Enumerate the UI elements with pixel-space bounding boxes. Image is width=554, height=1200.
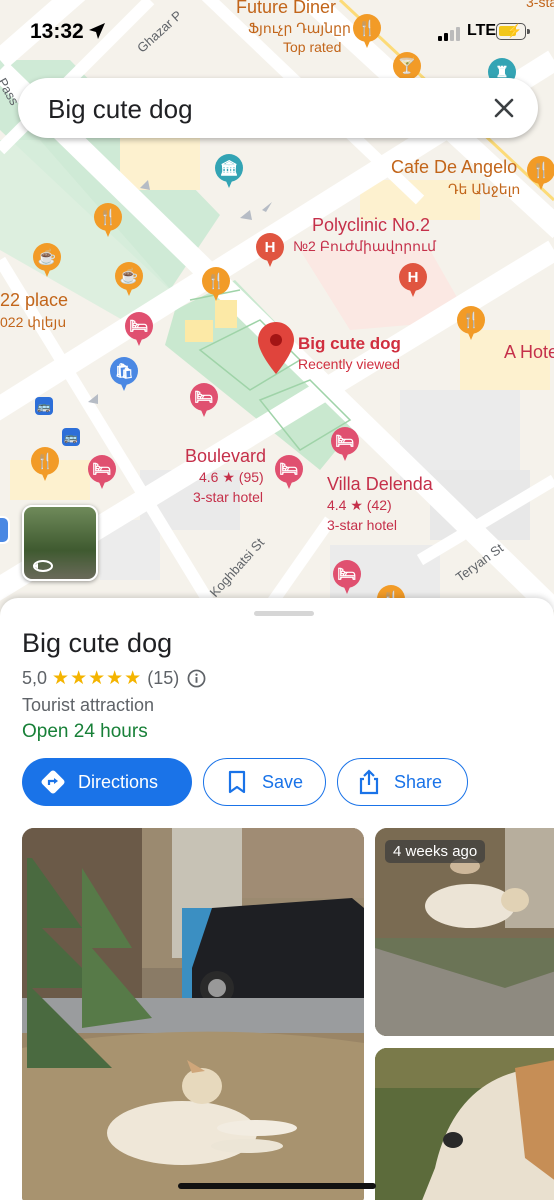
map-label-22-place-sub: 022 փլեյս — [0, 314, 67, 330]
hospital-pin-icon[interactable]: H — [399, 263, 427, 299]
cafe-pin-icon[interactable]: ☕ — [115, 262, 143, 298]
bookmark-icon — [228, 770, 246, 794]
hotel-pin-icon[interactable]: 🛏 — [190, 383, 218, 419]
battery-icon: ⚡ — [496, 23, 530, 40]
location-arrow-icon — [89, 23, 105, 39]
place-details-sheet[interactable]: Big cute dog 5,0 ★★★★★ (15) Tourist attr… — [0, 598, 554, 1200]
map-label-polyclinic[interactable]: Polyclinic No.2 — [312, 215, 430, 236]
save-label: Save — [262, 771, 304, 792]
photo-dog-lying-on-ground — [22, 828, 364, 1200]
info-icon[interactable] — [187, 669, 206, 688]
my-location-dot — [0, 516, 10, 544]
signal-icon — [438, 27, 460, 41]
cafe-pin-icon[interactable]: 🍴 — [527, 156, 554, 192]
directions-button[interactable]: Directions — [22, 758, 192, 806]
hospital-pin-icon[interactable]: H — [256, 233, 284, 269]
cafe-pin-icon[interactable]: ☕ — [33, 243, 61, 279]
bus-stop-icon[interactable]: 🚌 — [62, 428, 80, 446]
photo-age-badge: 4 weeks ago — [385, 840, 486, 863]
search-input[interactable]: Big cute dog — [48, 94, 193, 125]
bus-stop-icon[interactable]: 🚌 — [35, 397, 53, 415]
status-time: 13:32 — [30, 20, 84, 43]
directions-label: Directions — [78, 771, 159, 792]
restaurant-pin-icon[interactable]: 🍴 — [202, 267, 230, 303]
directions-icon — [41, 770, 65, 794]
map-label-villa-delenda-class: 3-star hotel — [327, 517, 398, 533]
search-bar[interactable]: Big cute dog — [18, 78, 538, 138]
map-label-villa-delenda[interactable]: Villa Delenda — [327, 474, 433, 495]
save-button[interactable]: Save — [203, 758, 326, 806]
share-button[interactable]: Share — [337, 758, 468, 806]
photo-dog-closeup — [375, 1048, 554, 1200]
home-indicator — [178, 1183, 376, 1189]
selected-place-pin-icon[interactable] — [258, 322, 294, 374]
restaurant-pin-icon[interactable]: 🍴 — [94, 203, 122, 239]
street-view-thumbnail[interactable] — [22, 505, 98, 581]
network-type: LTE — [467, 22, 497, 39]
close-icon[interactable] — [490, 94, 518, 122]
status-bar: 13:32 LTE ⚡ — [0, 0, 554, 66]
map-label-boulevard-rating: 4.6 ★ (95) — [199, 469, 264, 485]
place-photo-main[interactable] — [22, 828, 364, 1200]
sheet-drag-handle[interactable] — [254, 611, 314, 616]
review-count: (15) — [147, 668, 180, 688]
map-label-big-cute-dog[interactable]: Big cute dog — [298, 334, 401, 354]
street-view-rotate-icon — [33, 560, 53, 572]
hotel-pin-icon[interactable]: 🛏 — [88, 455, 116, 491]
hotel-pin-icon[interactable]: 🛏 — [333, 560, 361, 596]
map-label-a-hotel[interactable]: A Hote — [504, 342, 554, 363]
share-label: Share — [394, 771, 443, 792]
restaurant-pin-icon[interactable]: 🍴 — [457, 306, 485, 342]
place-photo-2[interactable]: 4 weeks ago — [375, 828, 554, 1036]
map-label-villa-delenda-rating: 4.4 ★ (42) — [327, 497, 392, 513]
map-label-22-place[interactable]: 22 place — [0, 290, 68, 311]
share-icon — [359, 769, 379, 795]
map-label-polyclinic-sub: №2 Բուժմիավորում — [293, 238, 436, 254]
rating-stars-icon: ★★★★★ — [52, 668, 143, 689]
place-category: Tourist attraction — [22, 695, 155, 715]
map-label-boulevard-class: 3-star hotel — [193, 489, 264, 505]
museum-pin-icon[interactable]: 🏛 — [215, 154, 243, 190]
rating-row[interactable]: 5,0 ★★★★★ (15) — [22, 667, 206, 690]
map-label-cafe-de-angelo-sub: Դե Անջելո — [448, 181, 521, 197]
map-label-recently-viewed: Recently viewed — [298, 356, 400, 372]
shopping-pin-icon[interactable]: 🛍 — [110, 357, 138, 393]
hotel-pin-icon[interactable]: 🛏 — [275, 455, 303, 491]
opening-hours[interactable]: Open 24 hours — [22, 721, 148, 743]
map-label-cafe-de-angelo[interactable]: Cafe De Angelo — [391, 157, 517, 178]
rating-value: 5,0 — [22, 668, 48, 688]
hotel-pin-icon[interactable]: 🛏 — [125, 312, 153, 348]
place-photo-3[interactable] — [375, 1048, 554, 1200]
place-title: Big cute dog — [22, 628, 173, 658]
restaurant-pin-icon[interactable]: 🍴 — [31, 447, 59, 483]
map-label-boulevard[interactable]: Boulevard — [185, 446, 266, 467]
hotel-pin-icon[interactable]: 🛏 — [331, 427, 359, 463]
